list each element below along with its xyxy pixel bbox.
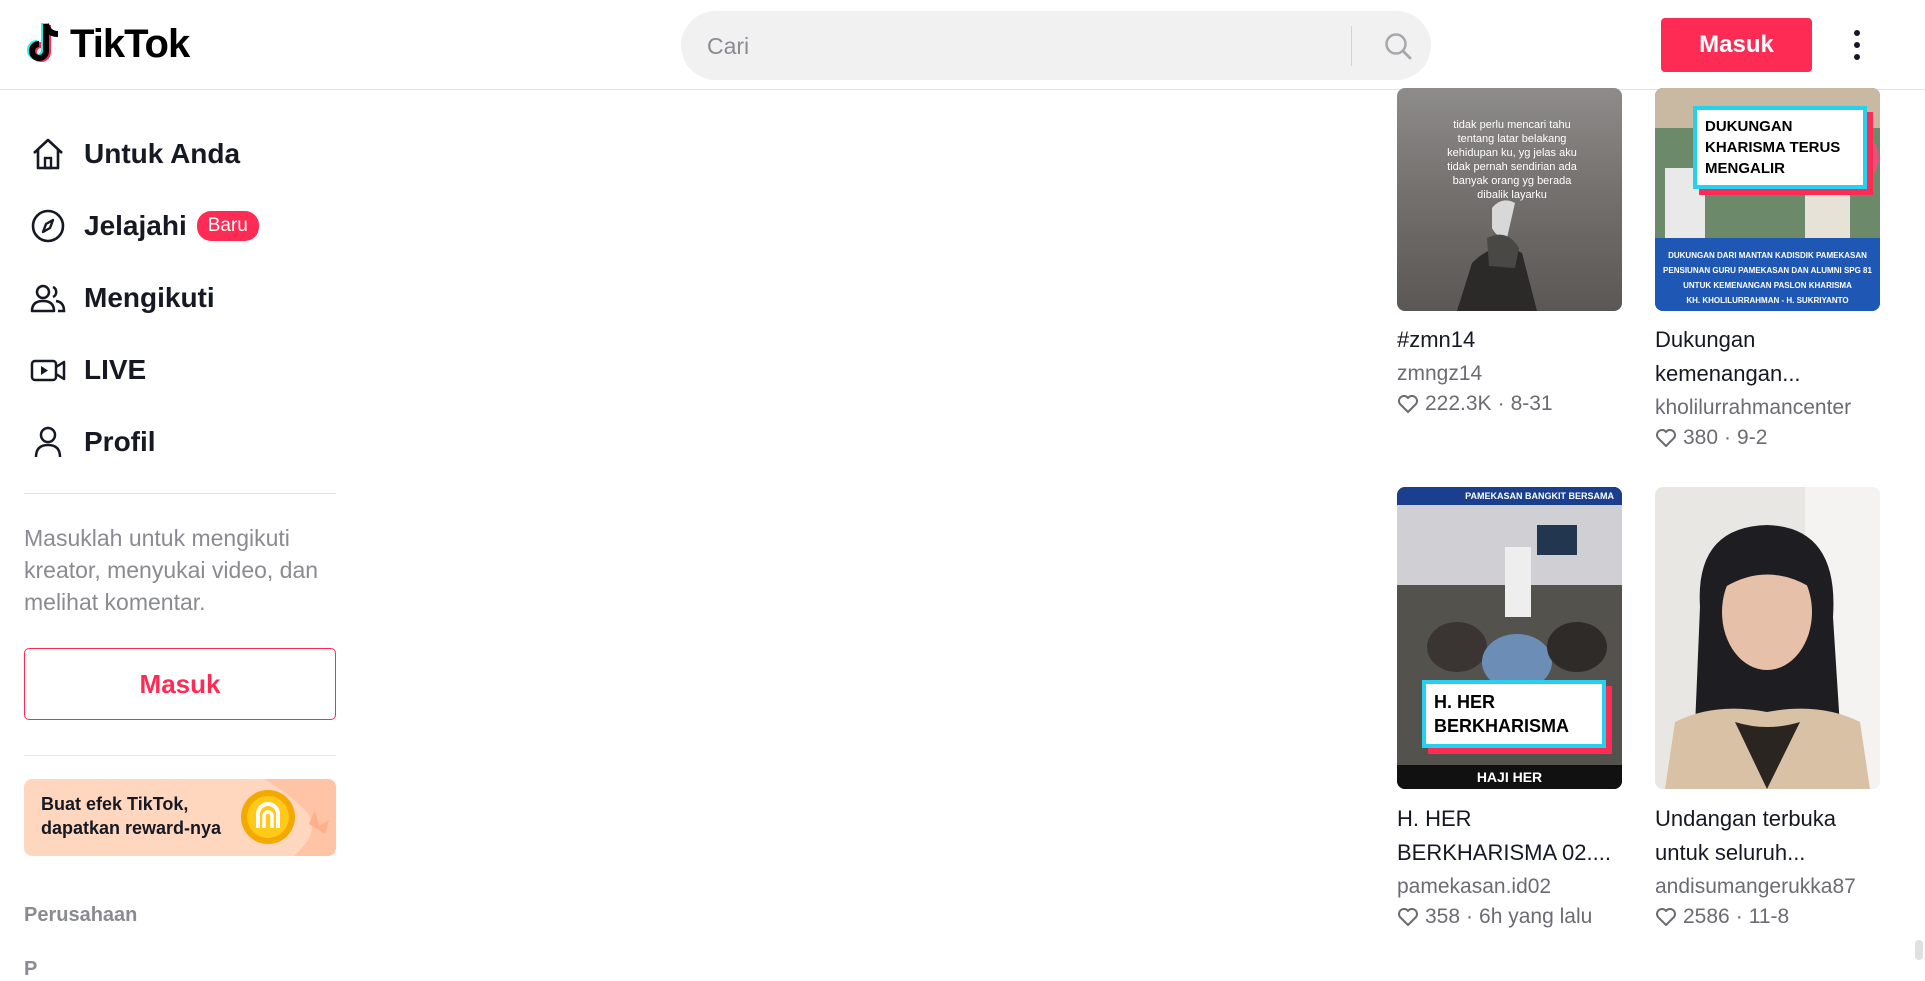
tiktok-logo-icon bbox=[27, 23, 59, 62]
sidebar-item-label: Jelajahi bbox=[84, 210, 187, 241]
login-hint-text: Masuklah untuk mengikuti kreator, menyuk… bbox=[24, 525, 319, 615]
sidebar-item-profile[interactable]: Profil bbox=[28, 414, 338, 470]
heart-icon bbox=[1398, 908, 1418, 926]
heart-icon bbox=[1398, 395, 1418, 413]
dot-separator-icon: · bbox=[1466, 905, 1474, 928]
sidebar-item-for-you[interactable]: Untuk Anda bbox=[28, 126, 338, 182]
live-icon bbox=[28, 350, 68, 390]
thumbnail-caption-line: DUKUNGAN DARI MANTAN KADISDIK PAMEKASAN bbox=[1668, 251, 1867, 260]
more-options-button[interactable] bbox=[1840, 22, 1874, 68]
post-date: 6h yang lalu bbox=[1479, 905, 1593, 928]
video-author[interactable]: andisumangerukka87 bbox=[1655, 875, 1856, 899]
post-date: 8-31 bbox=[1510, 392, 1553, 415]
thumbnail-caption-line: UNTUK KEMENANGAN PASLON KHARISMA bbox=[1683, 281, 1852, 290]
profile-icon bbox=[28, 422, 68, 462]
sidebar-item-label: Untuk Anda bbox=[84, 138, 241, 169]
video-stats: 222.3K · 8-31 bbox=[1397, 392, 1553, 416]
post-date: 11-8 bbox=[1748, 905, 1790, 928]
sidebar-item-following[interactable]: Mengikuti bbox=[28, 270, 338, 326]
promo-text: Buat efek TikTok, dapatkan reward-nya bbox=[41, 792, 221, 840]
thumbnail-scene-art bbox=[1457, 200, 1537, 311]
new-badge: Baru bbox=[196, 211, 259, 241]
company-section-title: Perusahaan bbox=[24, 904, 138, 926]
video-thumbnail[interactable]: PAMEKASAN BANGKIT BERSAMA H. HER BERKHAR… bbox=[1397, 487, 1622, 789]
video-thumbnail[interactable]: DUKUNGAN KHARISMA TERUS MENGALIR DUKUNGA… bbox=[1655, 88, 1880, 311]
dot-separator-icon: · bbox=[1497, 392, 1505, 415]
like-count: 358 bbox=[1425, 905, 1461, 928]
like-count: 2586 bbox=[1683, 905, 1730, 928]
video-author[interactable]: kholilurrahmancenter bbox=[1655, 396, 1851, 420]
reward-coin-icon bbox=[241, 790, 295, 844]
search-divider bbox=[1351, 26, 1352, 66]
thumbnail-overlay-text: H. HER BERKHARISMA bbox=[1422, 680, 1606, 748]
effect-promo-banner[interactable]: Buat efek TikTok, dapatkan reward-nya bbox=[24, 779, 336, 856]
like-count: 222.3K bbox=[1425, 392, 1492, 415]
sidebar-login-button[interactable]: Masuk bbox=[24, 648, 336, 720]
more-dot-icon bbox=[1854, 30, 1860, 36]
tiktok-logo[interactable]: TikTok bbox=[22, 20, 190, 68]
thumbnail-caption-line: PENSIUNAN GURU PAMEKASAN DAN ALUMNI SPG … bbox=[1663, 266, 1872, 275]
search-button[interactable] bbox=[1364, 11, 1431, 80]
video-stats: 358 · 6h yang lalu bbox=[1397, 905, 1592, 929]
thumbnail-scene-art bbox=[1665, 487, 1880, 789]
video-title[interactable]: Dukungan kemenangan... bbox=[1655, 323, 1880, 391]
promo-line-2: dapatkan reward-nya bbox=[41, 818, 222, 838]
thumbnail-caption: DUKUNGAN DARI MANTAN KADISDIK PAMEKASAN … bbox=[1659, 248, 1876, 308]
video-title[interactable]: Undangan terbuka untuk seluruh... bbox=[1655, 802, 1880, 870]
video-stats: 380 · 9-2 bbox=[1655, 426, 1767, 450]
more-dot-icon bbox=[1854, 42, 1860, 48]
compass-icon bbox=[28, 206, 68, 246]
page-scrollbar[interactable] bbox=[1915, 940, 1923, 960]
sidebar-item-label: LIVE bbox=[84, 354, 147, 385]
sidebar: Untuk Anda Jelajahi Baru Mengikuti LIVE … bbox=[0, 90, 340, 980]
thumbnail-caption-line: KH. KHOLILURRAHMAN - H. SUKRIYANTO bbox=[1686, 296, 1849, 305]
sidebar-item-label: Profil bbox=[84, 426, 156, 457]
sidebar-divider bbox=[24, 755, 336, 756]
video-author[interactable]: pamekasan.id02 bbox=[1397, 875, 1551, 899]
thumbnail-banner: PAMEKASAN BANGKIT BERSAMA bbox=[1465, 491, 1614, 501]
users-icon bbox=[28, 278, 68, 318]
sidebar-item-live[interactable]: LIVE bbox=[28, 342, 338, 398]
search-input[interactable] bbox=[705, 11, 1329, 82]
home-icon bbox=[28, 134, 68, 174]
dot-separator-icon: · bbox=[1735, 905, 1743, 928]
top-header: TikTok Masuk bbox=[0, 0, 1925, 90]
footer-link[interactable]: P bbox=[24, 958, 37, 981]
thumbnail-overlay-text: DUKUNGAN KHARISMA TERUS MENGALIR bbox=[1693, 106, 1867, 189]
thumbnail-footer-text: HAJI HER bbox=[1476, 769, 1543, 785]
video-stats: 2586 · 11-8 bbox=[1655, 905, 1789, 929]
more-dot-icon bbox=[1854, 54, 1860, 60]
search-bar bbox=[681, 11, 1431, 82]
video-thumbnail[interactable] bbox=[1655, 487, 1880, 789]
header-login-button[interactable]: Masuk bbox=[1661, 18, 1812, 72]
sidebar-item-explore[interactable]: Jelajahi Baru bbox=[28, 198, 338, 254]
logo-text: TikTok bbox=[70, 21, 190, 66]
like-count: 380 bbox=[1683, 426, 1719, 449]
sidebar-item-label: Mengikuti bbox=[84, 282, 215, 313]
video-title[interactable]: #zmn14 bbox=[1397, 323, 1622, 357]
dot-separator-icon: · bbox=[1724, 426, 1732, 449]
video-thumbnail[interactable]: tidak perlu mencari tahu tentang latar b… bbox=[1397, 88, 1622, 311]
search-icon bbox=[1384, 32, 1411, 59]
heart-icon bbox=[1656, 429, 1676, 447]
video-author[interactable]: zmngz14 bbox=[1397, 362, 1482, 386]
promo-line-1: Buat efek TikTok, bbox=[41, 794, 189, 814]
heart-icon bbox=[1656, 908, 1676, 926]
sidebar-divider bbox=[24, 493, 336, 494]
video-title[interactable]: H. HER BERKHARISMA 02.... bbox=[1397, 802, 1622, 870]
post-date: 9-2 bbox=[1737, 426, 1768, 449]
